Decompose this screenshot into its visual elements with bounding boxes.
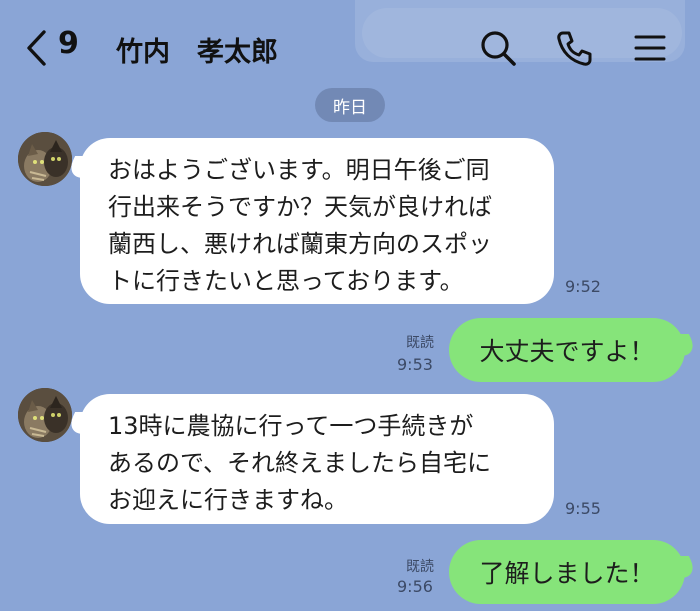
unread-count[interactable]: 9 [58,26,79,61]
message-text: 大丈夫ですよ！ [479,337,655,366]
message-time: 9:53 [397,355,433,374]
contact-name[interactable]: 竹内 孝太郎 [116,30,278,69]
message-time: 9:56 [397,577,433,596]
date-separator: 昨日 [315,88,385,122]
outgoing-message-1[interactable]: 大丈夫ですよ！ [449,318,685,382]
chevron-left-icon [27,30,46,66]
message-line: お迎えに行きますね。 [108,486,348,514]
message-line: 行出来そうですか？天気が良ければ [108,193,492,221]
search-button[interactable] [478,28,518,68]
search-icon [481,31,516,66]
avatar[interactable] [18,132,72,186]
chat-header: 9 竹内 孝太郎 [0,0,700,92]
message-line: 13時に農協に行って一つ手続きが [108,412,474,440]
phone-icon [557,31,592,66]
outgoing-message-2[interactable]: 了解しました！ [449,540,685,604]
incoming-message-2[interactable]: 13時に農協に行って一つ手続きが あるので、それ終えましたら自宅に お迎えに行き… [80,394,554,524]
message-text: 了解しました！ [479,559,655,588]
call-button[interactable] [554,28,594,68]
message-time: 9:52 [565,277,601,296]
read-receipt: 既読 [406,335,434,351]
menu-button[interactable] [630,28,670,68]
message-line: トに行きたいと思っております。 [108,267,464,295]
cat-avatar-image [18,132,72,186]
cat-avatar-image [18,388,72,442]
message-line: おはようございます。明日午後ご同 [108,156,490,184]
menu-icon [634,35,666,61]
avatar[interactable] [18,388,72,442]
read-receipt: 既読 [406,559,434,575]
incoming-message-1[interactable]: おはようございます。明日午後ご同 行出来そうですか？天気が良ければ 蘭西し、悪け… [80,138,554,304]
message-line: あるので、それ終えましたら自宅に [108,449,492,477]
message-line: 蘭西し、悪ければ蘭東方向のスポッ [108,230,492,258]
message-time: 9:55 [565,499,601,518]
